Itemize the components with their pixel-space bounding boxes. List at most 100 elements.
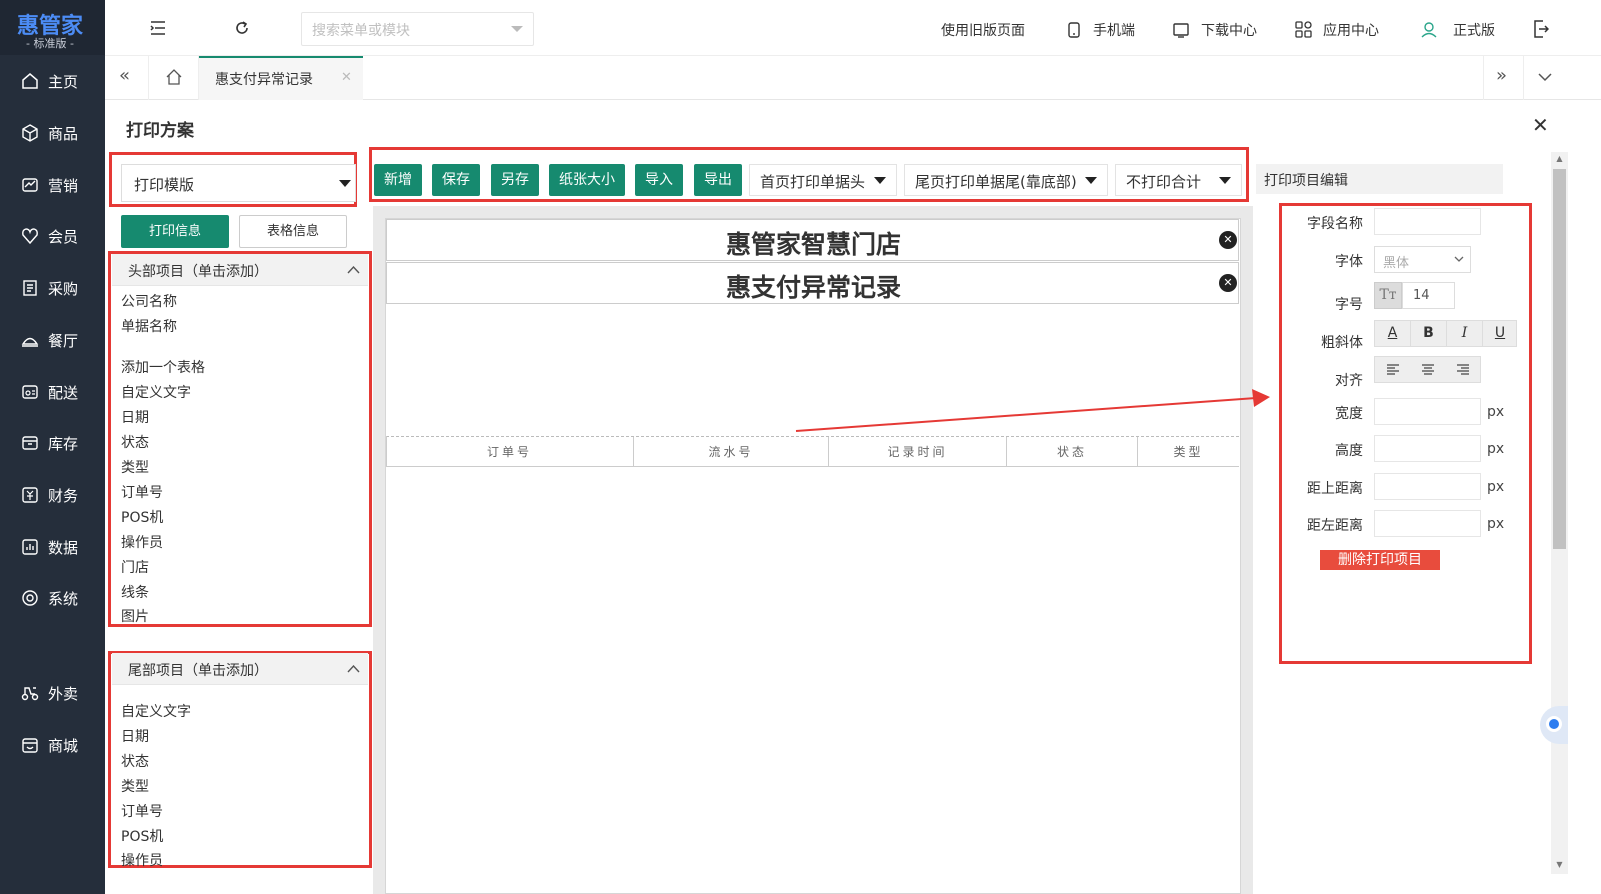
list-item[interactable]: 订单号 bbox=[121, 801, 163, 821]
sidebar-item-home[interactable]: 主页 bbox=[0, 61, 105, 101]
list-item[interactable]: 自定义文字 bbox=[121, 701, 191, 721]
tabs-scroll-right[interactable]: » bbox=[1483, 56, 1523, 100]
tab-active[interactable]: 惠支付异常记录 ✕ bbox=[199, 56, 363, 100]
chevron-up-icon[interactable] bbox=[347, 665, 360, 673]
scrollbar-thumb[interactable] bbox=[1553, 169, 1566, 549]
delete-print-item-button[interactable]: 删除打印项目 bbox=[1320, 550, 1440, 570]
style-buttons: A B I U bbox=[1374, 320, 1517, 347]
chevron-up-icon[interactable] bbox=[347, 266, 360, 274]
list-item[interactable]: 图片 bbox=[121, 606, 149, 626]
sidebar-item-marketing[interactable]: 营销 bbox=[0, 165, 105, 205]
assistant-bubble[interactable] bbox=[1540, 706, 1568, 744]
font-size-input[interactable]: 14 bbox=[1402, 282, 1455, 309]
sidebar-item-data[interactable]: 数据 bbox=[0, 527, 105, 567]
remove-icon[interactable]: ✕ bbox=[1219, 231, 1237, 249]
column-header[interactable]: 订单号 bbox=[386, 437, 634, 467]
font-select[interactable]: 黑体 bbox=[1374, 246, 1471, 273]
scroll-up-icon[interactable]: ▲ bbox=[1551, 154, 1568, 163]
tabs-scroll-left[interactable]: « bbox=[105, 56, 149, 100]
list-item[interactable]: 公司名称 bbox=[121, 291, 177, 311]
sidebar-item-takeout[interactable]: 外卖 bbox=[0, 673, 105, 713]
column-header[interactable]: 流水号 bbox=[634, 437, 829, 467]
download-center-link[interactable]: 下载中心 bbox=[1201, 20, 1257, 40]
save-button[interactable]: 保存 bbox=[432, 164, 480, 196]
list-item[interactable]: 操作员 bbox=[121, 532, 163, 552]
align-center-icon[interactable] bbox=[1421, 364, 1435, 376]
first-page-header-select[interactable]: 首页打印单据头 bbox=[749, 164, 897, 196]
menu-toggle-icon[interactable] bbox=[150, 21, 166, 35]
list-item[interactable]: 日期 bbox=[121, 726, 149, 746]
align-right-icon[interactable] bbox=[1456, 364, 1470, 376]
mobile-link[interactable]: 手机端 bbox=[1093, 20, 1135, 40]
underline-button[interactable]: U bbox=[1483, 321, 1517, 346]
sidebar-item-mall[interactable]: 商城 bbox=[0, 725, 105, 765]
height-input[interactable] bbox=[1374, 435, 1481, 462]
official-version-link[interactable]: 正式版 bbox=[1453, 20, 1495, 40]
scroll-down-icon[interactable]: ▼ bbox=[1551, 860, 1568, 869]
sidebar-item-delivery[interactable]: 配送 bbox=[0, 372, 105, 412]
print-item-title[interactable]: 惠支付异常记录 ✕ bbox=[386, 262, 1239, 304]
list-item[interactable]: 日期 bbox=[121, 407, 149, 427]
sidebar-item-restaurant[interactable]: 餐厅 bbox=[0, 320, 105, 360]
sidebar-item-products[interactable]: 商品 bbox=[0, 113, 105, 153]
old-version-link[interactable]: 使用旧版页面 bbox=[941, 20, 1025, 40]
list-item[interactable]: 状态 bbox=[121, 432, 149, 452]
list-item[interactable]: 订单号 bbox=[121, 482, 163, 502]
home-icon bbox=[22, 73, 38, 89]
list-item[interactable]: 类型 bbox=[121, 776, 149, 796]
field-name-input[interactable] bbox=[1374, 208, 1481, 235]
print-info-button[interactable]: 打印信息 bbox=[121, 215, 229, 248]
last-page-footer-select[interactable]: 尾页打印单据尾(靠底部) bbox=[904, 164, 1108, 196]
sidebar-item-finance[interactable]: 财务 bbox=[0, 475, 105, 515]
scrollbar[interactable]: ▲ ▼ bbox=[1551, 152, 1568, 874]
close-icon[interactable]: ✕ bbox=[341, 70, 352, 85]
search-input[interactable]: 搜索菜单或模块 bbox=[301, 12, 534, 46]
paper-size-button[interactable]: 纸张大小 bbox=[549, 164, 625, 196]
font-color-button[interactable]: A bbox=[1375, 321, 1411, 346]
print-item-company[interactable]: 惠管家智慧门店 ✕ bbox=[386, 219, 1239, 261]
sidebar-item-inventory[interactable]: 库存 bbox=[0, 423, 105, 463]
sidebar-item-label: 采购 bbox=[48, 280, 79, 298]
footer-items-section[interactable]: 尾部项目（单击添加） bbox=[112, 653, 368, 685]
close-icon[interactable]: ✕ bbox=[1532, 113, 1549, 137]
refresh-icon[interactable] bbox=[234, 20, 250, 36]
column-header[interactable]: 类型 bbox=[1138, 437, 1239, 467]
sidebar-item-members[interactable]: 会员 bbox=[0, 216, 105, 256]
list-item[interactable]: 类型 bbox=[121, 457, 149, 477]
no-total-select[interactable]: 不打印合计 bbox=[1115, 164, 1242, 196]
box-icon bbox=[22, 124, 38, 142]
list-item[interactable]: 添加一个表格 bbox=[121, 357, 205, 377]
tab-home[interactable] bbox=[149, 56, 199, 100]
width-input[interactable] bbox=[1374, 398, 1481, 425]
logout-icon[interactable] bbox=[1533, 20, 1549, 38]
list-item[interactable]: 单据名称 bbox=[121, 316, 177, 336]
list-item[interactable]: 线条 bbox=[121, 582, 149, 602]
new-button[interactable]: 新增 bbox=[374, 164, 422, 196]
header-items-section[interactable]: 头部项目（单击添加） bbox=[112, 254, 368, 286]
app-center-link[interactable]: 应用中心 bbox=[1323, 20, 1379, 40]
import-button[interactable]: 导入 bbox=[635, 164, 683, 196]
remove-icon[interactable]: ✕ bbox=[1219, 274, 1237, 292]
list-item[interactable]: POS机 bbox=[121, 507, 163, 527]
list-item[interactable]: 门店 bbox=[121, 557, 149, 577]
column-header[interactable]: 记录时间 bbox=[829, 437, 1007, 467]
sidebar-item-purchase[interactable]: 采购 bbox=[0, 268, 105, 308]
list-item[interactable]: 状态 bbox=[121, 751, 149, 771]
left-distance-input[interactable] bbox=[1374, 510, 1481, 537]
top-distance-input[interactable] bbox=[1374, 473, 1481, 500]
list-item[interactable]: POS机 bbox=[121, 826, 163, 846]
list-item[interactable]: 操作员 bbox=[121, 850, 163, 870]
italic-button[interactable]: I bbox=[1447, 321, 1483, 346]
save-as-button[interactable]: 另存 bbox=[491, 164, 539, 196]
logo[interactable]: 惠管家 - 标准版 - bbox=[0, 0, 105, 55]
chevron-down-icon bbox=[339, 180, 351, 187]
column-header[interactable]: 状态 bbox=[1007, 437, 1138, 467]
bold-button[interactable]: B bbox=[1411, 321, 1447, 346]
table-info-button[interactable]: 表格信息 bbox=[239, 215, 347, 248]
list-item[interactable]: 自定义文字 bbox=[121, 382, 191, 402]
tabs-menu[interactable] bbox=[1523, 56, 1601, 100]
template-select[interactable]: 打印模版 bbox=[121, 164, 356, 202]
align-left-icon[interactable] bbox=[1386, 364, 1400, 376]
export-button[interactable]: 导出 bbox=[694, 164, 742, 196]
sidebar-item-system[interactable]: 系统 bbox=[0, 578, 105, 618]
